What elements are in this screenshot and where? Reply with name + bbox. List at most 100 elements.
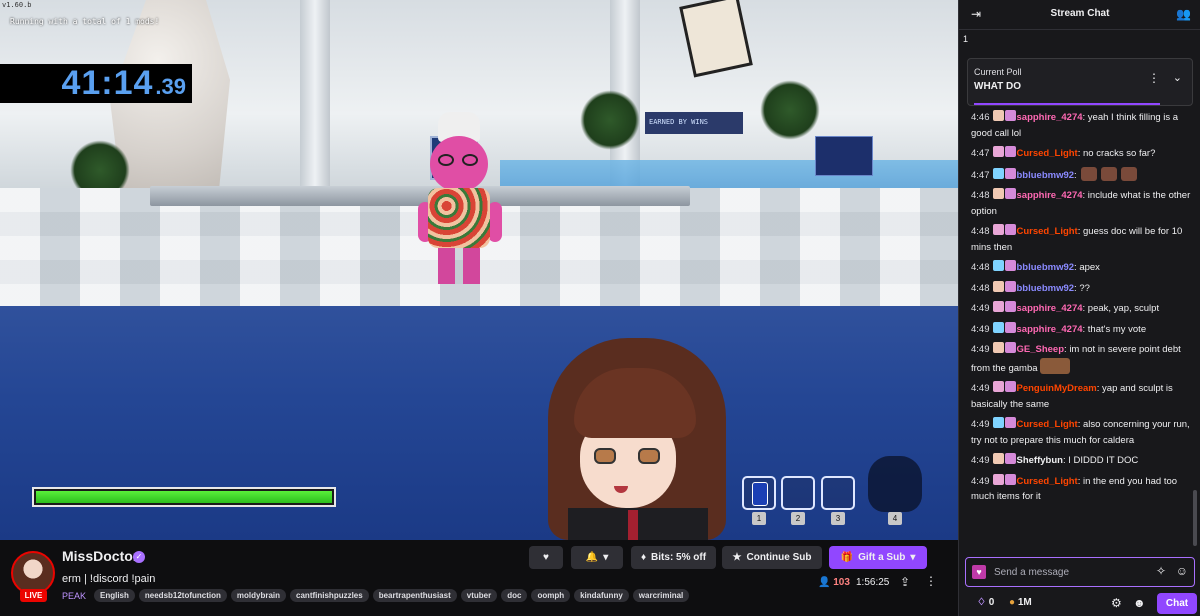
continue-sub-button[interactable]: ★ Continue Sub: [722, 546, 822, 569]
user-badge-icon: [992, 453, 1004, 464]
tag-pill[interactable]: beartrapenthusiast: [372, 589, 457, 602]
user-badge-icon: [992, 381, 1004, 392]
character-glasses: [438, 154, 480, 166]
gift-sub-button[interactable]: 🎁 Gift a Sub ▾: [829, 546, 927, 569]
bits-button[interactable]: ♦ Bits: 5% off: [631, 546, 716, 569]
phone-icon: [752, 482, 768, 506]
chat-message[interactable]: 4:47 bbluebmw92:: [967, 165, 1193, 187]
message-username[interactable]: bbluebmw92: [1017, 283, 1075, 294]
channel-name[interactable]: MissDoctor: [62, 548, 138, 564]
more-options-icon[interactable]: ⋮: [925, 574, 937, 588]
message-text: apex: [1079, 262, 1100, 273]
notifications-button[interactable]: 🔔 ▾: [571, 546, 623, 569]
message-username[interactable]: Cursed_Light: [1017, 419, 1078, 430]
chat-message[interactable]: 4:49 PenguinMyDream: yap and sculpt is ba…: [967, 379, 1193, 415]
message-timestamp: 4:49: [971, 344, 990, 355]
inventory-slot-1: [742, 476, 776, 510]
chat-message[interactable]: 4:48 Cursed_Light: guess doc will be for …: [967, 222, 1193, 258]
tag-pill[interactable]: cantfinishpuzzles: [290, 589, 369, 602]
tag-pill[interactable]: kindafunny: [574, 589, 629, 602]
gift-icon[interactable]: ♥: [972, 565, 986, 579]
points-value: 0: [988, 597, 995, 608]
tag-pill[interactable]: oomph: [531, 589, 571, 602]
scene-banner: EARNED BY WINS: [645, 112, 743, 134]
video-player[interactable]: EARNED BY WINS v1.60.b Running with a to…: [0, 0, 958, 540]
heart-icon: ♥: [543, 551, 549, 563]
chat-scrollbar[interactable]: [1193, 490, 1197, 546]
slot-number: 4: [888, 512, 902, 525]
chat-message[interactable]: 4:48 bbluebmw92: ??: [967, 279, 1193, 300]
message-username[interactable]: sapphire_4274: [1017, 303, 1083, 314]
chat-message[interactable]: 4:47 Cursed_Light: no cracks so far?: [967, 144, 1193, 165]
sub-badge-icon: [1004, 110, 1016, 121]
sub-badge-icon: [1004, 301, 1016, 312]
tag-pill[interactable]: doc: [501, 589, 528, 602]
scene-palm-tree: [760, 80, 820, 140]
magic-wand-icon[interactable]: ✧: [1156, 564, 1166, 578]
chat-message[interactable]: 4:49 sapphire_4274: that's my vote: [967, 320, 1193, 341]
timer-main: 41:14: [61, 64, 154, 102]
sub-badge-icon: [1004, 342, 1016, 353]
continue-sub-label: Continue Sub: [746, 552, 812, 563]
chat-message[interactable]: 4:48 bbluebmw92: apex: [967, 258, 1193, 279]
share-icon[interactable]: ⇪: [900, 575, 910, 589]
message-username[interactable]: Cursed_Light: [1017, 226, 1078, 237]
user-badge-icon: [992, 301, 1004, 312]
message-username[interactable]: sapphire_4274: [1017, 112, 1083, 123]
chat-send-button[interactable]: Chat: [1157, 593, 1197, 614]
bits-icon: ●: [1009, 597, 1016, 608]
sub-badge-icon: [1004, 321, 1016, 333]
chat-input[interactable]: [994, 564, 1144, 580]
chat-message[interactable]: 4:49 Cursed_Light: also concerning your r…: [967, 415, 1193, 451]
tag-pill[interactable]: moldybrain: [230, 589, 287, 602]
follow-button[interactable]: ♥: [529, 546, 563, 569]
tag-pill[interactable]: vtuber: [460, 589, 498, 602]
chat-header: ⇥ Stream Chat 👥: [959, 0, 1200, 30]
message-username[interactable]: PenguinMyDream: [1017, 383, 1097, 394]
tag-pill[interactable]: warcriminal: [632, 589, 690, 602]
emote-picker-icon[interactable]: ☺: [1176, 564, 1188, 578]
live-badge: LIVE: [20, 589, 47, 602]
gear-icon[interactable]: ⚙: [1111, 596, 1122, 610]
chat-message[interactable]: 4:49 Sheffybun: I DIDDD IT DOC: [967, 451, 1193, 472]
message-timestamp: 4:49: [971, 475, 990, 487]
message-timestamp: 4:47: [971, 169, 990, 181]
current-poll[interactable]: Current Poll WHAT DO ⋮ ⌄: [967, 58, 1193, 106]
viewer-count-value: 103: [833, 577, 850, 588]
chat-message[interactable]: 4:49 sapphire_4274: peak, yap, sculpt: [967, 299, 1193, 320]
tag-pill[interactable]: needsb12tofunction: [138, 589, 227, 602]
bits-balance[interactable]: ● 1M: [1009, 597, 1032, 608]
chevron-down-icon[interactable]: ⌄: [1173, 71, 1182, 84]
chat-title: Stream Chat: [1050, 8, 1110, 19]
chat-message[interactable]: 4:49 GE_Sheep: im not in severe point deb…: [967, 340, 1193, 379]
stamina-bar: [32, 487, 336, 507]
message-timestamp: 4:49: [971, 455, 990, 466]
chat-input-box[interactable]: ♥ ✧ ☺: [965, 557, 1195, 587]
emote-icon[interactable]: ☻: [1133, 596, 1146, 610]
message-username[interactable]: sapphire_4274: [1017, 190, 1083, 201]
message-username[interactable]: Cursed_Light: [1017, 148, 1078, 159]
message-username[interactable]: bbluebmw92: [1017, 170, 1075, 181]
user-badge-icon: [992, 167, 1004, 179]
category-link[interactable]: PEAK: [62, 591, 86, 601]
chat-footer: ♢ 0 ● 1M ⚙ ☻ Chat: [959, 592, 1200, 616]
star-icon: ★: [732, 551, 742, 563]
chat-messages[interactable]: 4:46 sapphire_4274: yeah I think filling …: [967, 108, 1193, 550]
inventory-slot-3: [821, 476, 855, 510]
community-icon[interactable]: 👥: [1176, 7, 1191, 21]
tag-list: English needsb12tofunction moldybrain cantf…: [94, 589, 690, 602]
emote-icon: [1039, 357, 1070, 374]
message-username[interactable]: sapphire_4274: [1017, 324, 1083, 335]
message-username[interactable]: GE_Sheep: [1017, 344, 1065, 355]
chat-message[interactable]: 4:46 sapphire_4274: yeah I think filling …: [967, 108, 1193, 144]
message-username[interactable]: Sheffybun: [1017, 455, 1063, 466]
tag-pill[interactable]: English: [94, 589, 135, 602]
message-username[interactable]: bbluebmw92: [1017, 262, 1075, 273]
chat-message[interactable]: 4:49 Cursed_Light: in the end you had too…: [967, 472, 1193, 508]
bits-value: 1M: [1017, 597, 1032, 608]
channel-points[interactable]: ♢ 0: [977, 597, 994, 608]
speedrun-timer: 41:14 .39: [0, 64, 192, 103]
message-username[interactable]: Cursed_Light: [1017, 476, 1078, 487]
poll-more-icon[interactable]: ⋮: [1148, 71, 1160, 85]
chat-message[interactable]: 4:48 sapphire_4274: include what is the o…: [967, 186, 1193, 222]
